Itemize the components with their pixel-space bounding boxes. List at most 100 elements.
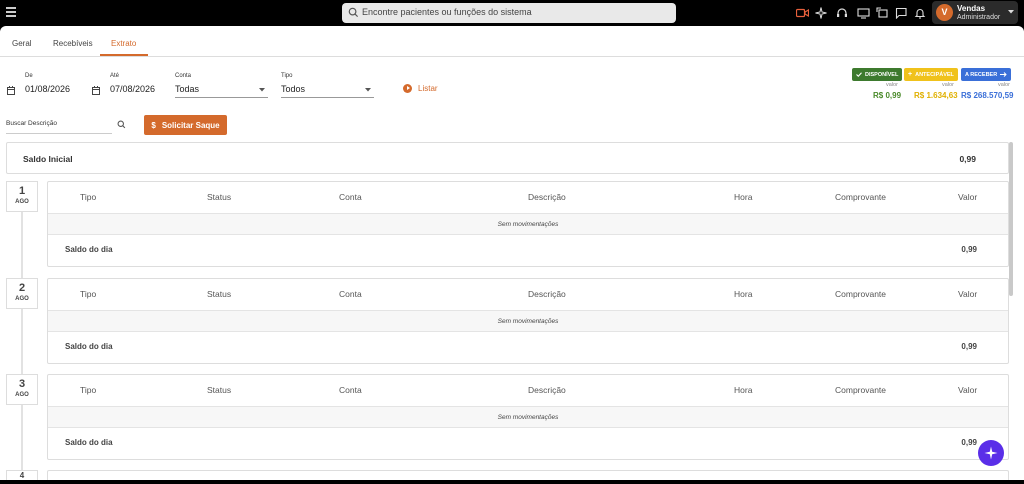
scrollbar-thumb[interactable]: [1009, 142, 1013, 296]
antecipavel-label: ANTECIPÁVEL: [915, 71, 954, 78]
video-icon[interactable]: [794, 5, 810, 21]
chevron-down-icon: [259, 88, 265, 92]
global-search[interactable]: Encontre pacientes ou funções do sistema: [342, 3, 676, 23]
tipo-underline: [281, 97, 374, 98]
menu-icon[interactable]: [6, 7, 16, 17]
day-month: AGO: [15, 296, 29, 302]
main-content: Geral Recebíveis Extrato De 01/08/2026 A…: [0, 26, 1024, 480]
day-badge: 1 AGO: [6, 181, 38, 212]
a-receber-sub: valor: [998, 82, 1010, 88]
day-card: Tipo Status Conta Descrição Hora Comprov…: [47, 181, 1009, 267]
saldo-do-dia-label: Saldo do dia: [65, 342, 113, 351]
saldo-inicial-label: Saldo Inicial: [23, 154, 73, 164]
saldo-inicial-value: 0,99: [959, 154, 976, 164]
a-receber-label: A RECEBER: [965, 71, 998, 78]
bell-icon[interactable]: [912, 5, 928, 21]
col-tipo: Tipo: [80, 289, 97, 299]
search-icon[interactable]: [117, 120, 126, 129]
saldo-do-dia-label: Saldo do dia: [65, 245, 113, 254]
ate-date-field[interactable]: 07/08/2026: [110, 84, 155, 94]
empty-message: Sem movimentações: [48, 310, 1008, 332]
tipo-label: Tipo: [281, 73, 293, 79]
listar-label: Listar: [418, 84, 438, 93]
col-comprovante: Comprovante: [835, 192, 887, 202]
col-status: Status: [207, 192, 232, 202]
saldo-do-dia-value: 0,99: [961, 245, 977, 254]
descricao-underline: [6, 133, 112, 134]
tab-geral[interactable]: Geral: [12, 39, 32, 48]
col-valor: Valor: [958, 289, 978, 299]
saldo-do-dia-value: 0,99: [961, 438, 977, 447]
play-icon: [403, 84, 412, 93]
empty-message: Sem movimentações: [48, 213, 1008, 235]
disponivel-amount: R$ 0,99: [873, 91, 902, 100]
col-status: Status: [207, 385, 232, 395]
day-badge: 4: [6, 470, 38, 480]
day-month: AGO: [15, 392, 29, 398]
tab-extrato[interactable]: Extrato: [111, 39, 136, 48]
sparkle-icon[interactable]: [813, 5, 829, 21]
assistant-fab-button[interactable]: [978, 440, 1004, 466]
user-role: Administrador: [957, 14, 1001, 21]
col-conta: Conta: [339, 385, 362, 395]
tipo-select[interactable]: Todos: [281, 84, 305, 94]
day-number: 3: [18, 378, 26, 390]
col-descricao: Descrição: [528, 289, 566, 299]
top-bar: Encontre pacientes ou funções do sistema…: [0, 0, 1024, 26]
active-tab-indicator: [100, 54, 148, 56]
conta-underline: [175, 97, 268, 98]
conta-select[interactable]: Todas: [175, 84, 199, 94]
chevron-down-icon: [365, 88, 371, 92]
antecipavel-sub: valor: [942, 82, 954, 88]
day-number: 1: [18, 185, 26, 197]
tab-recebiveis[interactable]: Recebíveis: [53, 39, 93, 48]
disponivel-label: DISPONÍVEL: [865, 71, 899, 78]
search-placeholder: Encontre pacientes ou funções do sistema: [362, 7, 532, 17]
day-month: AGO: [15, 199, 29, 205]
calendar-icon[interactable]: [7, 86, 15, 95]
disponivel-badge: DISPONÍVEL: [852, 68, 903, 81]
chevron-down-icon: [1008, 10, 1014, 14]
saldo-inicial-row: Saldo Inicial 0,99: [6, 142, 1009, 174]
col-descricao: Descrição: [528, 192, 566, 202]
saldo-do-dia-label: Saldo do dia: [65, 438, 113, 447]
solicitar-saque-label: Solicitar Saque: [161, 120, 220, 130]
antecipavel-amount: R$ 1.634,63: [914, 91, 958, 100]
a-receber-badge: A RECEBER: [961, 68, 1012, 81]
listar-button[interactable]: Listar: [403, 84, 438, 93]
dollar-icon: $: [151, 120, 156, 130]
solicitar-saque-button[interactable]: $ Solicitar Saque: [144, 115, 227, 135]
calendar-icon[interactable]: [92, 86, 100, 95]
user-name: Vendas: [957, 4, 986, 13]
day-card: Tipo Status Conta Descrição Hora Comprov…: [47, 374, 1009, 460]
descricao-search-input[interactable]: Buscar Descrição: [6, 120, 57, 127]
col-hora: Hora: [734, 192, 753, 202]
col-tipo: Tipo: [80, 192, 97, 202]
ate-label: Até: [110, 73, 120, 79]
col-tipo: Tipo: [80, 385, 97, 395]
col-hora: Hora: [734, 385, 753, 395]
day-number: 2: [18, 282, 26, 294]
de-label: De: [25, 73, 33, 79]
user-menu[interactable]: V Vendas Administrador: [932, 1, 1018, 24]
a-receber-amount: R$ 268.570,59: [961, 91, 1014, 100]
day-card: Tipo Status Conta Descrição Hora Comprov…: [47, 278, 1009, 364]
empty-message: Sem movimentações: [48, 406, 1008, 428]
check-icon: [856, 72, 862, 77]
avatar: V: [936, 4, 953, 21]
day-card: [47, 470, 1009, 480]
col-valor: Valor: [958, 385, 978, 395]
chat-icon[interactable]: [893, 5, 909, 21]
col-hora: Hora: [734, 289, 753, 299]
screen-share-icon[interactable]: [855, 5, 871, 21]
de-date-field[interactable]: 01/08/2026: [25, 84, 70, 94]
conta-label: Conta: [175, 73, 192, 79]
col-valor: Valor: [958, 192, 978, 202]
col-conta: Conta: [339, 192, 362, 202]
col-comprovante: Comprovante: [835, 289, 887, 299]
col-status: Status: [207, 289, 232, 299]
saldo-do-dia-value: 0,99: [961, 342, 977, 351]
headset-icon[interactable]: [834, 5, 850, 21]
rotate-icon[interactable]: [874, 5, 890, 21]
plus-icon: +: [908, 71, 913, 78]
